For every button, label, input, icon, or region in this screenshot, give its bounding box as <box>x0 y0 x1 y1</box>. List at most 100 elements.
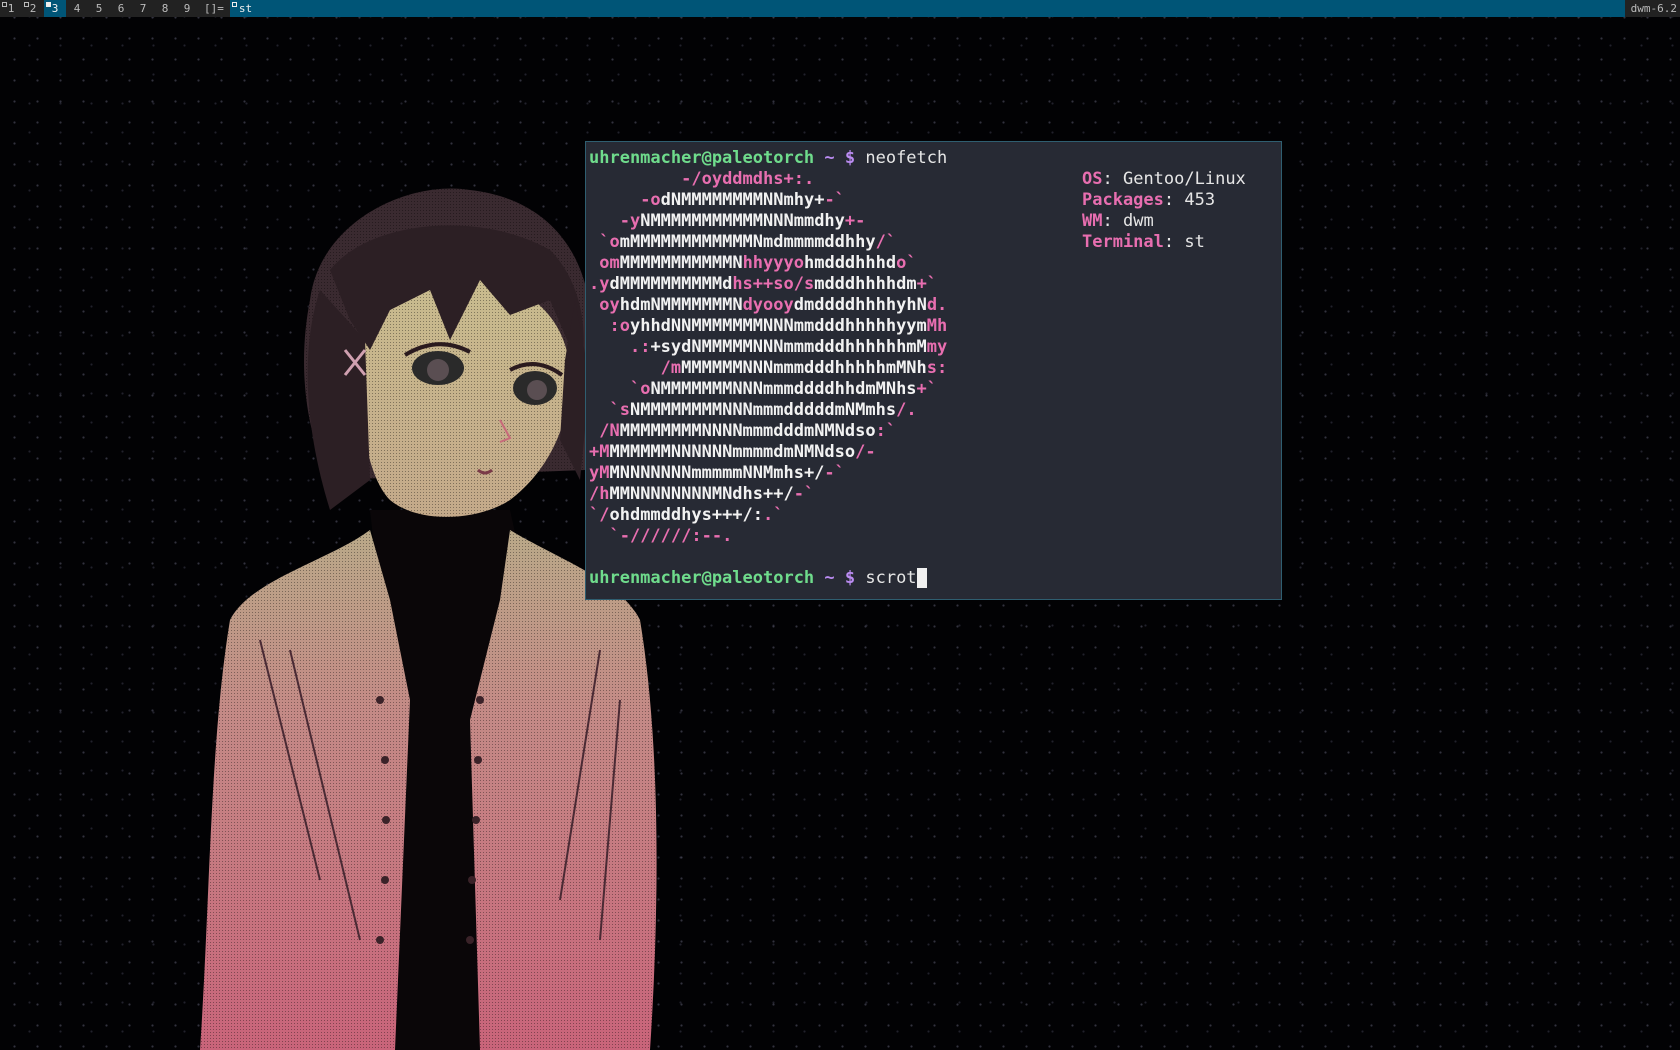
logo-segment <box>589 421 599 441</box>
logo-segment: -o <box>640 190 661 210</box>
window-title: st <box>229 0 1625 17</box>
logo-line: `sNMMMMMMMMNNNmmmdddddmNMmhs/. <box>589 400 1278 421</box>
tag-list: 123456789 <box>0 0 198 17</box>
logo-segment <box>589 526 609 546</box>
logo-segment: dNMMMMMMMMNNmhy+ <box>660 190 825 210</box>
logo-segment <box>589 400 609 420</box>
logo-segment: d. <box>926 295 948 315</box>
logo-line: omMMMMMMMMMMMNhhyyyohmdddhhhdo` <box>589 253 1278 274</box>
info-row-wm: WM: dwm <box>1082 211 1154 231</box>
logo-segment: dmddddhhhhyhN <box>793 295 927 315</box>
logo-segment: /` <box>875 232 897 252</box>
logo-segment: MMMMMMNNNmmmdddhhhhhmMNh <box>681 358 927 378</box>
tag-9[interactable]: 9 <box>176 0 198 17</box>
tag-7[interactable]: 7 <box>132 0 154 17</box>
logo-segment: .y <box>589 274 610 294</box>
logo-segment: yM <box>589 463 610 483</box>
info-key: OS <box>1082 169 1103 189</box>
tag-4[interactable]: 4 <box>66 0 88 17</box>
tag-6[interactable]: 6 <box>110 0 132 17</box>
logo-segment <box>589 190 640 210</box>
info-key: Terminal <box>1082 232 1164 252</box>
logo-segment: hs++so/s <box>732 274 815 294</box>
info-value: 453 <box>1184 190 1216 210</box>
info-value: dwm <box>1122 211 1154 231</box>
tag-1[interactable]: 1 <box>0 0 22 17</box>
status-text: dwm-6.2 <box>1624 0 1680 17</box>
logo-segment <box>589 337 630 357</box>
logo-segment: -` <box>793 484 815 504</box>
logo-segment: -y <box>619 211 641 231</box>
logo-segment: NMMMMMMMMMMMNNNmmdhy <box>640 211 845 231</box>
tag-5[interactable]: 5 <box>88 0 110 17</box>
info-key: Packages <box>1082 190 1164 210</box>
logo-segment <box>589 379 630 399</box>
logo-segment: s: <box>926 358 948 378</box>
logo-segment: MMNNNNNNNNMNdhs++/ <box>609 484 794 504</box>
logo-line: oyhdmNMMMMMMMNdyooydmddddhhhhyhNd. <box>589 295 1278 316</box>
info-value: st <box>1184 232 1205 252</box>
logo-line: .ydMMMMMMMMMMdhs++so/smdddhhhhdm+` <box>589 274 1278 295</box>
text-cursor <box>916 568 927 588</box>
logo-segment <box>589 232 599 252</box>
logo-line: `oNMMMMMMMNNNmmmddddhhdmMNhs+` <box>589 379 1278 400</box>
neofetch-info: OS: Gentoo/Linux Packages: 453 WM: dwm Term… <box>1082 169 1246 253</box>
tag-2[interactable]: 2 <box>22 0 44 17</box>
layout-indicator[interactable]: []= <box>198 0 230 17</box>
logo-segment: `/ <box>589 505 610 525</box>
logo-segment: NMMMMMMMNNNmmmddddhhdmMNhs <box>650 379 917 399</box>
logo-segment: +` <box>916 379 938 399</box>
logo-line: :oyhhdNNMMMMMMMNNNmmdddhhhhhyymMh <box>589 316 1278 337</box>
command-neofetch: neofetch <box>865 148 948 168</box>
logo-line: +MMMMMMMNNNNNNmmmmdmNMNdso/- <box>589 442 1278 463</box>
command-input[interactable]: scrot <box>865 568 916 588</box>
logo-segment: yhhdNNMMMMMMMNNNmmdddhhhhhyym <box>629 316 927 336</box>
info-row-terminal: Terminal: st <box>1082 232 1205 252</box>
logo-segment: mMMMMMMMMMMMMNmdmmmmddhhy <box>619 232 876 252</box>
logo-line: `/ohdmmddhys+++/:.` <box>589 505 1278 526</box>
terminal-window[interactable]: uhrenmacher@paleotorch ~ $ neofetch -/oy… <box>585 141 1282 600</box>
logo-segment: .` <box>763 505 784 525</box>
dwm-bar: 123456789 []= st dwm-6.2 <box>0 0 1680 17</box>
prompt-user: uhrenmacher@paleotorch <box>589 148 815 168</box>
logo-segment: /m <box>660 358 682 378</box>
logo-segment: `o <box>599 232 620 252</box>
logo-segment <box>589 211 620 231</box>
logo-line: /hMMNNNNNNNNMNdhs++/-` <box>589 484 1278 505</box>
tag-3[interactable]: 3 <box>44 0 66 17</box>
logo-segment: .: <box>629 337 651 357</box>
logo-segment: NMMMMMMMMNNNmmmdddddmNMmhs <box>629 400 897 420</box>
logo-segment <box>589 316 609 336</box>
logo-segment: MMMMMMMMMMMN <box>619 253 743 273</box>
logo-line: /mMMMMMMNNNmmmdddhhhhhmMNhs: <box>589 358 1278 379</box>
info-row-packages: Packages: 453 <box>1082 190 1216 210</box>
prompt-line-1: uhrenmacher@paleotorch ~ $ neofetch <box>589 148 1278 169</box>
logo-segment: dMMMMMMMMMMd <box>609 274 733 294</box>
logo-segment: hmdddhhhd <box>803 253 897 273</box>
logo-segment: -` <box>824 190 845 210</box>
logo-segment: -` <box>824 463 845 483</box>
logo-segment: `o <box>629 379 651 399</box>
info-row-os: OS: Gentoo/Linux <box>1082 169 1246 189</box>
logo-segment: :o <box>609 316 630 336</box>
logo-segment: :` <box>875 421 897 441</box>
logo-segment <box>589 169 681 189</box>
logo-segment: /N <box>599 421 620 441</box>
logo-line: .:+sydNMMMMMNNNmmmdddhhhhhhmMmy <box>589 337 1278 358</box>
logo-segment: mdddhhhhdm <box>814 274 917 294</box>
logo-segment: Mh <box>926 316 948 336</box>
logo-segment: MMMMMMNNNNNNmmmmdmNMNdso <box>609 442 856 462</box>
logo-segment: ohdmmddhys+++/: <box>609 505 764 525</box>
logo-segment: +M <box>589 442 610 462</box>
logo-segment: /h <box>589 484 610 504</box>
logo-segment: `s <box>609 400 630 420</box>
logo-segment: om <box>599 253 620 273</box>
tag-8[interactable]: 8 <box>154 0 176 17</box>
logo-line: yMMNNNNNNNmmmmmNNMmhs+/-` <box>589 463 1278 484</box>
logo-segment: my <box>926 337 948 357</box>
logo-segment: +- <box>844 211 866 231</box>
prompt-line-2[interactable]: uhrenmacher@paleotorch ~ $ scrot <box>589 568 1278 589</box>
info-value: Gentoo/Linux <box>1122 169 1246 189</box>
logo-segment: /. <box>896 400 917 420</box>
logo-segment: +` <box>916 274 938 294</box>
